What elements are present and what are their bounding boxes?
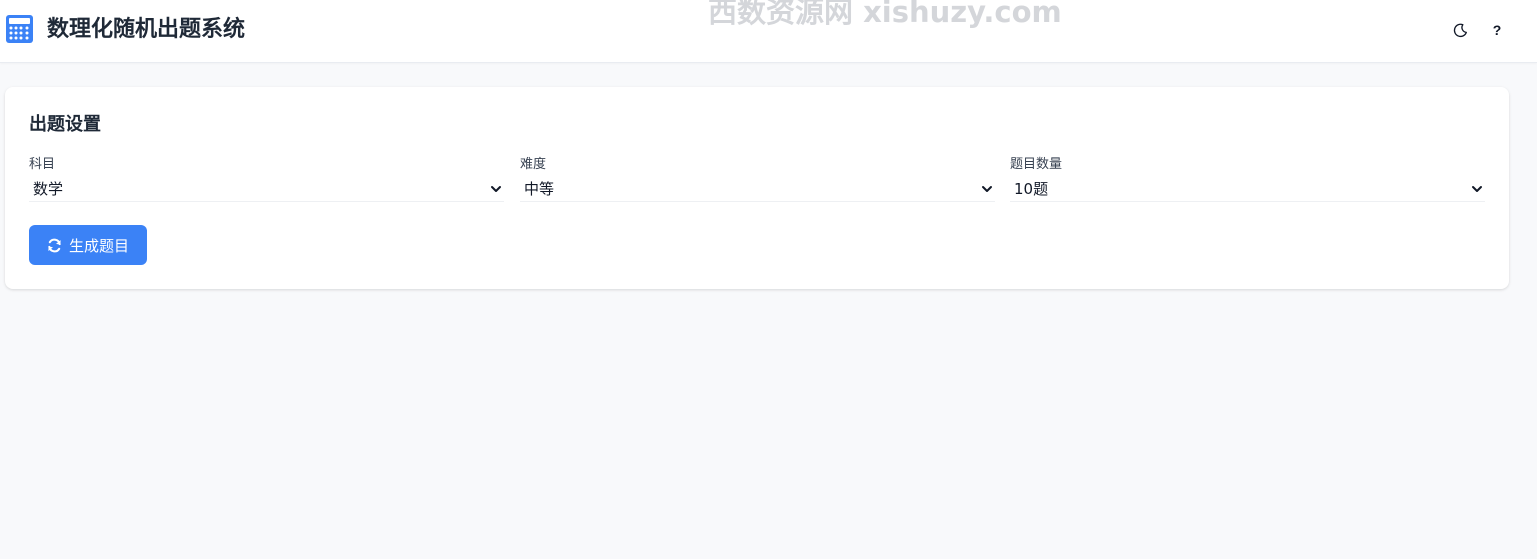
theme-toggle-button[interactable] <box>1450 20 1470 40</box>
moon-icon <box>1453 23 1467 37</box>
subject-label: 科目 <box>29 157 56 172</box>
app-header: 数理化随机出题系统 西数资源网 xishuzy.com ? <box>0 0 1537 63</box>
generate-button[interactable]: 生成题目 <box>29 225 147 265</box>
help-button[interactable]: ? <box>1487 20 1507 40</box>
count-label: 题目数量 <box>1010 157 1063 172</box>
chevron-down-icon <box>1472 186 1482 192</box>
chevron-down-icon <box>982 186 992 192</box>
count-select[interactable]: 10题 <box>1010 177 1485 202</box>
refresh-icon <box>48 238 61 252</box>
watermark: 西数资源网 xishuzy.com <box>708 0 1062 29</box>
chevron-down-icon <box>491 186 501 192</box>
difficulty-value: 中等 <box>524 180 555 198</box>
subject-select[interactable]: 数学 <box>29 177 504 202</box>
generate-label: 生成题目 <box>68 236 129 255</box>
count-value: 10题 <box>1014 180 1049 198</box>
calculator-icon <box>6 15 33 43</box>
settings-card: 出题设置 科目 数学 难度 中等 题目数量 10题 生成题目 <box>5 87 1509 289</box>
app-title: 数理化随机出题系统 <box>47 17 246 42</box>
settings-title: 出题设置 <box>29 114 101 135</box>
difficulty-select[interactable]: 中等 <box>520 177 995 202</box>
question-icon: ? <box>1492 22 1502 38</box>
subject-value: 数学 <box>33 180 64 198</box>
difficulty-label: 难度 <box>520 157 547 172</box>
